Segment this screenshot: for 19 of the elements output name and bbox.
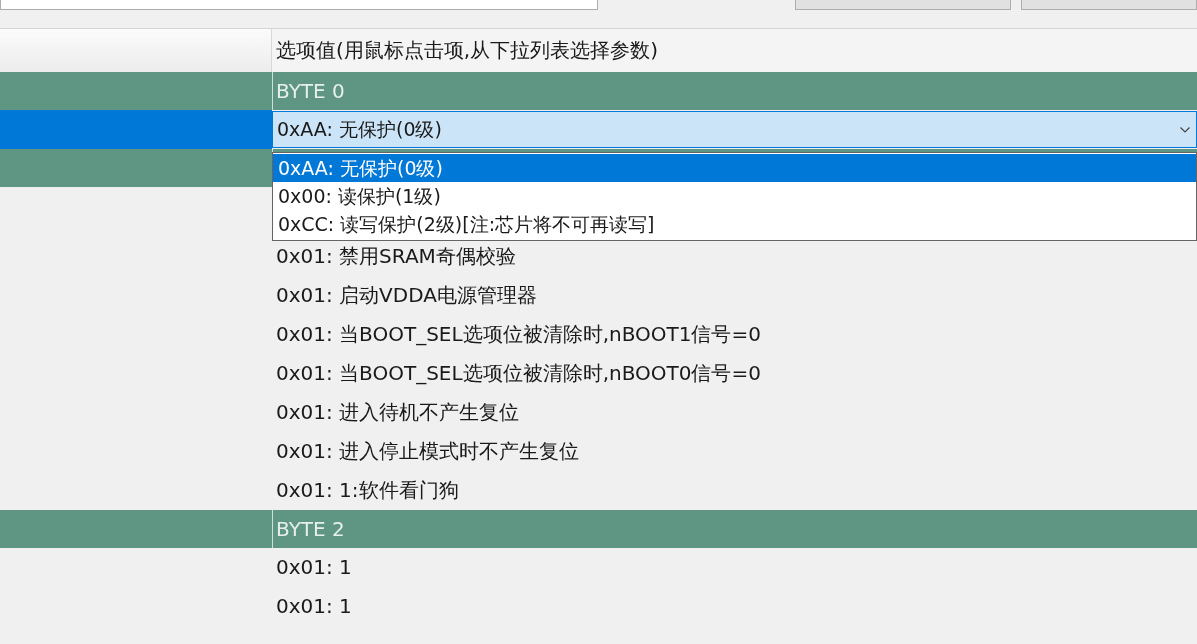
dropdown-option[interactable]: 0xCC: 读写保护(2级)[注:芯片将不可再读写] (273, 210, 1196, 238)
option-value[interactable]: 0x01: 1 (272, 548, 1197, 587)
row-selection[interactable] (0, 110, 272, 149)
option-value[interactable]: 0x01: 1:软件看门狗 (272, 471, 1197, 510)
option-value[interactable]: 0x01: 当BOOT_SEL选项位被清除时,nBOOT0信号=0 (272, 354, 1197, 393)
dropdown-option[interactable]: 0xAA: 无保护(0级) (273, 154, 1196, 182)
option-value[interactable]: 0x01: 进入停止模式时不产生复位 (272, 432, 1197, 471)
option-value[interactable]: 0x01: 禁用SRAM奇偶校验 (272, 237, 1197, 276)
option-value[interactable]: 0x01: 当BOOT_SEL选项位被清除时,nBOOT1信号=0 (272, 315, 1197, 354)
chevron-down-icon (1180, 126, 1190, 133)
dropdown-field[interactable]: 0xAA: 无保护(0级) (272, 111, 1197, 148)
option-value[interactable]: 0x01: 启动VDDA电源管理器 (272, 276, 1197, 315)
column-header: 选项值(用鼠标点击项,从下拉列表选择参数) (272, 29, 1197, 72)
dropdown-option[interactable]: 0x00: 读保护(1级) (273, 182, 1196, 210)
text-field[interactable] (0, 0, 598, 10)
toolbar-button[interactable] (795, 0, 1011, 10)
toolbar-button[interactable] (1021, 0, 1197, 10)
option-value[interactable]: 0x01: 进入待机不产生复位 (272, 393, 1197, 432)
option-value[interactable]: 0x01: 1 (272, 587, 1197, 626)
